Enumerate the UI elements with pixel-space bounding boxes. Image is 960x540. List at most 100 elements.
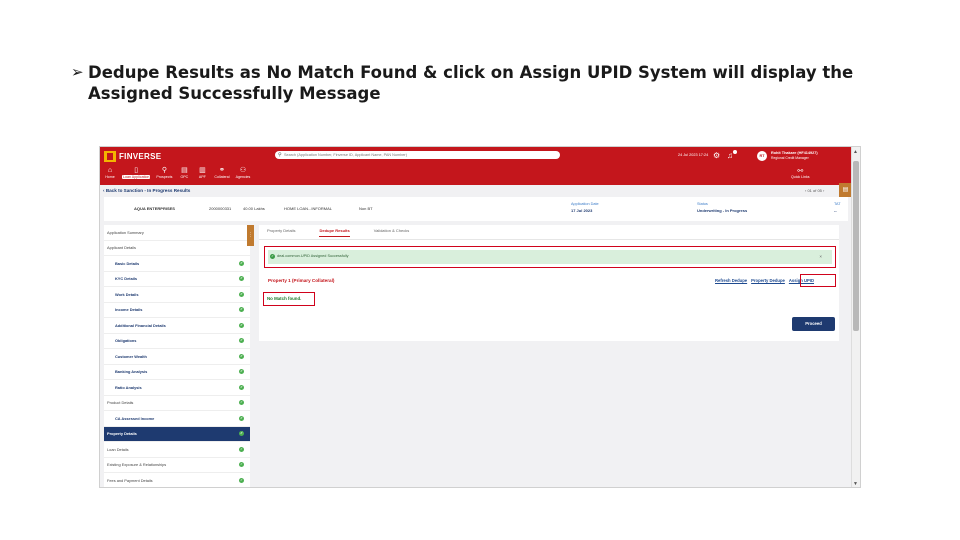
slide-title-text: Dedupe Results as No Match Found & click… (88, 63, 854, 103)
nav-item-label: OPC (180, 175, 189, 179)
nav-item-opc[interactable]: ▤ OPC (178, 166, 190, 179)
sidebar-item-label: Basic Details (115, 260, 140, 266)
status-value: Underwriting - In Progress (697, 208, 748, 213)
home-icon: ⌂ (107, 167, 113, 174)
app-name: FINVERSE (119, 152, 162, 161)
nav-item-apf[interactable]: ▥ APF (196, 166, 208, 179)
tab-validation-checks[interactable]: Validation & Checks (374, 228, 410, 237)
logo-mark-icon (104, 151, 116, 162)
check-circle-icon: ✓ (239, 322, 244, 328)
sidebar-item-label: Customer Wealth (115, 353, 147, 359)
user-info[interactable]: Rohit Thakare (HF414927) Regional Credit… (771, 151, 818, 160)
sidebar-item-additional-financial-details[interactable]: Additional Financial Details ✓ (104, 318, 250, 334)
avatar[interactable]: RT (757, 151, 767, 161)
pager-label: 01 of 05 (807, 188, 822, 193)
search-icon: ⚲ (161, 167, 167, 174)
sidebar-item-basic-details[interactable]: Basic Details ✓ (104, 256, 250, 272)
nav-item-loan-application[interactable]: ▯ Loan Application (122, 166, 151, 179)
sidebar-item-product-details[interactable]: Product Details ✓ (104, 396, 250, 411)
pager[interactable]: ‹ 01 of 05 › (805, 188, 824, 193)
sidebar-item-property-details[interactable]: Property Details ✓ (104, 426, 250, 442)
check-circle-icon: ✓ (239, 369, 244, 375)
tab-dedupe-results[interactable]: Dedupe Results (319, 228, 350, 237)
sidebar-item-loan-details[interactable]: Loan Details ✓ (104, 442, 250, 458)
sidebar-item-label: KYC Details (115, 276, 138, 282)
check-circle-icon: ✓ (239, 307, 244, 313)
nav-item-home[interactable]: ⌂ Home (104, 166, 116, 179)
sidebar-item-label: Banking Analysis (115, 369, 148, 375)
logo[interactable]: FINVERSE (104, 151, 161, 162)
sidebar-item-label: Product Details (107, 400, 134, 406)
user-role: Regional Credit Manager (771, 156, 809, 160)
quick-links[interactable]: ⚯ Quick Links (791, 167, 810, 179)
bt-status: Non BT (359, 206, 373, 211)
nav-item-label: Collateral (214, 175, 230, 179)
sidebar-item-kyc-details[interactable]: KYC Details ✓ (104, 272, 250, 287)
application-summary-bar: AQUA ENTERPRISES 2000000331 40.00 Lakhs … (104, 197, 848, 221)
sidebar-item-income-details[interactable]: Income Details ✓ (104, 303, 250, 318)
datetime: 24 Jul 2023 17:24 (678, 153, 709, 157)
nav-item-label: APF (198, 175, 206, 179)
sidebar-item-label: Fees and Payment Details (107, 477, 153, 483)
sidebar-item-label: CA Assessed Income (115, 415, 155, 421)
people-icon: ⚇ (239, 167, 247, 174)
sidebar-item-label: Income Details (115, 307, 143, 313)
pager-next-icon[interactable]: › (822, 188, 824, 193)
nav-item-collateral[interactable]: ⚭ Collateral (214, 166, 229, 179)
application-date-label: Application Date (571, 202, 599, 206)
scroll-down-icon[interactable]: ▼ (853, 481, 858, 487)
grid-icon: ▤ (181, 167, 188, 174)
sidebar-item-applicant-details[interactable]: Applicant Details (104, 241, 250, 256)
sidebar-item-existing-exposure-relationships[interactable]: Existing Exposure & Relationships ✓ (104, 458, 250, 473)
scrollbar[interactable]: ▲ ▼ (851, 147, 860, 487)
search-input[interactable]: ⚲ Search (Application Number, Finverse I… (275, 151, 560, 159)
sidebar-item-ca-assessed-income[interactable]: CA Assessed Income ✓ (104, 411, 250, 427)
sidebar-item-label: Application Summary (107, 229, 144, 235)
nav-item-label: Loan Application (122, 175, 151, 179)
main-nav: ⌂ Home ▯ Loan Application ⚲ Prospects ▤ OPC ▥ APF… (104, 166, 250, 179)
check-circle-icon: ✓ (239, 276, 244, 282)
notification-dot (733, 150, 737, 154)
check-circle-icon: ✓ (239, 431, 244, 437)
sidebar-item-obligations[interactable]: Obligations ✓ (104, 334, 250, 349)
close-icon[interactable]: × (819, 250, 822, 263)
check-circle-icon: ✓ (239, 462, 244, 468)
refresh-dedupe-link[interactable]: Refresh Dedupe (715, 278, 747, 283)
application-date-value: 17 Jul 2023 (571, 208, 593, 213)
sidebar-item-fees-and-payment-details[interactable]: Fees and Payment Details ✓ (104, 473, 250, 487)
no-match-message: No Match found. (263, 292, 315, 306)
check-circle-icon: ✓ (239, 338, 244, 344)
alert-message: deal.common.UPID Assigned Successfully (277, 254, 349, 258)
property-title: Property 1 (Primary Collateral) (268, 278, 335, 283)
top-bar: FINVERSE ⌂ Home ▯ Loan Application ⚲ Prospect… (100, 147, 852, 185)
back-link[interactable]: ‹ Back to Sanction - In Progress Results (100, 186, 852, 196)
check-circle-icon: ✓ (239, 260, 244, 266)
nav-item-prospects[interactable]: ⚲ Prospects (156, 166, 172, 179)
sidebar-handle-icon[interactable]: ⋮ (247, 225, 254, 246)
product-name: HOME LOAN...INFORMAL (284, 206, 333, 211)
scroll-up-icon[interactable]: ▲ (853, 149, 858, 155)
proceed-button[interactable]: Proceed (792, 317, 835, 331)
sidebar-item-label: Property Details (107, 431, 137, 437)
sidebar-item-work-details[interactable]: Work Details ✓ (104, 287, 250, 303)
check-circle-icon: ✓ (239, 384, 244, 390)
link-icon: ⚯ (797, 168, 804, 175)
sidebar-item-label: Loan Details (107, 446, 129, 452)
sidebar-item-customer-wealth[interactable]: Customer Wealth ✓ (104, 349, 250, 365)
property-dedupe-link[interactable]: Property Dedupe (751, 278, 785, 283)
sidebar-item-ratio-analysis[interactable]: Ratio Analysis ✓ (104, 380, 250, 396)
tat-label: TAT (834, 202, 841, 206)
tat-value: -- (834, 208, 837, 213)
nav-item-label: Agencies (235, 175, 251, 179)
scroll-thumb[interactable] (853, 161, 859, 331)
gift-icon[interactable]: ⚙ (713, 151, 720, 160)
nav-item-agencies[interactable]: ⚇ Agencies (236, 166, 251, 179)
sidebar-item-application-summary[interactable]: Application Summary (104, 225, 250, 241)
tag-icon: ⚭ (219, 167, 225, 174)
search-placeholder: Search (Application Number, Finverse ID,… (284, 153, 407, 157)
sidebar-item-banking-analysis[interactable]: Banking Analysis ✓ (104, 365, 250, 380)
tab-bar: Property Details Dedupe Results Validation… (267, 228, 409, 237)
success-alert-highlight: ✓ deal.common.UPID Assigned Successfully… (264, 246, 836, 268)
sidebar-item-label: Work Details (115, 291, 139, 297)
tab-property-details[interactable]: Property Details (267, 228, 295, 237)
